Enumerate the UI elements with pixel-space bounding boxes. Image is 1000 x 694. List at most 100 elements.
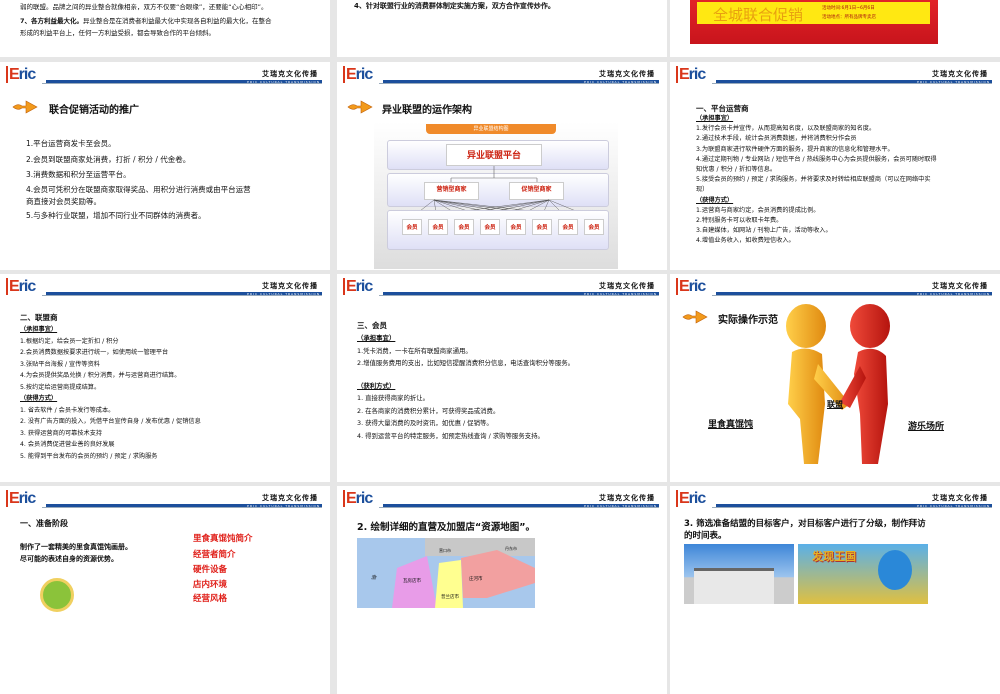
company-name-en: ERIC CULTURAL TRANSMISSION: [247, 292, 320, 296]
building-photo: [684, 544, 794, 604]
slide-header: Eric 艾瑞克文化传播 ERIC CULTURAL TRANSMISSION: [676, 278, 992, 296]
slide-header: Eric 艾瑞克文化传播 ERIC CULTURAL TRANSMISSION: [343, 66, 659, 84]
company-name-en: ERIC CULTURAL TRANSMISSION: [584, 292, 657, 296]
slide-title: 联合促销活动的推广: [49, 105, 139, 116]
label-right: 游乐场所: [908, 422, 945, 432]
arrow-icon: [12, 100, 38, 114]
company-name: 艾瑞克文化传播: [262, 282, 318, 290]
list-item: 5.与多种行业联盟，增加不同行业不同群体的消费者。: [26, 211, 206, 220]
section-heading: 一、准备阶段: [20, 519, 68, 528]
list-item: 3.为联盟商家进行软件硬件方面的服务，提升商家的信息化和管理水平。: [696, 145, 894, 153]
section-heading: 二、联盟商: [20, 313, 58, 322]
slide-thumbnail-12[interactable]: Eric 艾瑞克文化传播 ERIC CULTURAL TRANSMISSION 3.…: [670, 486, 1000, 694]
member-box: 会员: [558, 219, 578, 235]
slide-thumbnail-4[interactable]: Eric 艾瑞克文化传播 ERIC CULTURAL TRANSMISSION 联合…: [0, 62, 330, 270]
slide-header: Eric 艾瑞克文化传播 ERIC CULTURAL TRANSMISSION: [6, 66, 322, 84]
slide-title: 2. 绘制详细的直营及加盟店“资源地图”。: [357, 522, 536, 533]
map-label: 渤: [371, 575, 377, 581]
slide-thumbnail-6[interactable]: Eric 艾瑞克文化传播 ERIC CULTURAL TRANSMISSION 一、…: [670, 62, 1000, 270]
eric-logo: Eric: [343, 490, 373, 508]
subheading: （承担事宜）: [696, 115, 734, 122]
member-box: 会员: [584, 219, 604, 235]
slide-header: Eric 艾瑞克文化传播 ERIC CULTURAL TRANSMISSION: [676, 490, 992, 508]
member-box: 会员: [402, 219, 422, 235]
company-name: 艾瑞克文化传播: [262, 70, 318, 78]
park-logo: 发现王国: [812, 550, 856, 563]
section-heading: 一、平台运营商: [696, 104, 749, 113]
map-label: 瓦房店市: [403, 579, 421, 584]
list-item: 4. 得到运营平台的特定服务，如预定热线查询 / 求购等服务支持。: [357, 431, 544, 440]
list-item: 1.根据约定，给会员一定折扣 / 积分: [20, 337, 119, 345]
list-item: 5.接受会员的预约 / 预定 / 求购服务，并将要求及时转给相应联盟商（可以在网…: [696, 176, 931, 184]
list-item: 2.会员消费数据按要求进行统一，如使用统一管理平台: [20, 349, 169, 356]
list-item: 知优惠 / 积分 / 折扣等信息。: [696, 166, 777, 174]
slide-thumbnail-1[interactable]: 弱的联盟。品牌之间的异业整合就像相亲，双方不仅要“合眼缘”，还要能“心心相印”。…: [0, 0, 330, 57]
map-label: 营口市: [439, 548, 451, 553]
red-item: 里食真馄饨简介: [193, 534, 253, 544]
slide-thumbnail-3[interactable]: 全城联合促销 活动时间:6月1日~6月6日 活动地点：所有品牌专卖店: [670, 0, 1000, 57]
list-item: 1. 直接获得商家的折让。: [357, 394, 430, 402]
list-item: 5.按约定给运营商提成结算。: [20, 383, 101, 391]
list-item: 3.张贴平台海报 / 宣传等资料: [20, 360, 100, 368]
list-item: 5. 能得到平台发布的会员的预约 / 预定 / 求购服务: [20, 452, 158, 460]
arrow-icon: [347, 100, 373, 114]
slide-title: 实际操作示范: [718, 315, 778, 326]
list-item: 3. 获得运营商的可靠技术支持: [20, 429, 103, 437]
company-name: 艾瑞克文化传播: [932, 70, 988, 78]
slide-title: 3. 筛选准备结盟的目标客户，对目标客户进行了分级，制作拜访: [684, 519, 926, 529]
member-box: 会员: [506, 219, 526, 235]
red-item: 硬件设备: [193, 565, 228, 575]
list-item: 4. 会员消费促进营业善的良好发展: [20, 441, 115, 448]
slide-header: Eric 艾瑞克文化传播 ERIC CULTURAL TRANSMISSION: [676, 66, 992, 84]
member-box: 会员: [428, 219, 448, 235]
list-item: 1.平台运营商发卡至会员。: [26, 139, 116, 148]
slide-header: Eric 艾瑞克文化传播 ERIC CULTURAL TRANSMISSION: [6, 278, 322, 296]
paragraph: 尽可能的表述自身的资源优势。: [20, 555, 118, 563]
list-item: 2. 在各商家的消费积分累计，可获得奖品或消费。: [357, 406, 500, 415]
slide-thumbnail-11[interactable]: Eric 艾瑞克文化传播 ERIC CULTURAL TRANSMISSION 2.…: [337, 486, 667, 694]
company-name: 艾瑞克文化传播: [932, 494, 988, 502]
arrow-icon: [682, 310, 708, 324]
list-item: 4.增值业务收入，如收费短信收入。: [696, 237, 795, 245]
list-item: 3.消费数据和积分至运营平台。: [26, 170, 131, 179]
handshake-figures-image: [786, 304, 890, 464]
company-name-en: ERIC CULTURAL TRANSMISSION: [247, 80, 320, 84]
eric-logo: Eric: [676, 66, 706, 84]
company-name: 艾瑞克文化传播: [599, 282, 655, 290]
company-name: 艾瑞克文化传播: [262, 494, 318, 502]
list-item: 1. 省去软件 / 会员卡发行等成本。: [20, 406, 115, 414]
slide-thumbnail-7[interactable]: Eric 艾瑞克文化传播 ERIC CULTURAL TRANSMISSION 二、…: [0, 274, 330, 482]
list-item: 商直接对会员奖励等。: [26, 197, 101, 206]
list-item: 4.为会员提供奖品兑换 / 积分消费，并与运营商进行结算。: [20, 372, 181, 379]
slide-thumbnail-2[interactable]: 4、针对联盟行业的消费群体制定实施方案，双方合作宣传炒作。: [337, 0, 667, 57]
company-name-en: ERIC CULTURAL TRANSMISSION: [584, 80, 657, 84]
list-item: 2.增值服务费用的支出，比如短信提醒消费积分信息，电话查询积分等服务。: [357, 359, 574, 367]
slide-thumbnail-8[interactable]: Eric 艾瑞克文化传播 ERIC CULTURAL TRANSMISSION 三、…: [337, 274, 667, 482]
list-item: 现）: [696, 186, 709, 194]
member-box: 会员: [480, 219, 500, 235]
eric-logo: Eric: [6, 490, 36, 508]
list-item: 1.发行会员卡并宣传，从而提高知名度，以及联盟商家的知名度。: [696, 125, 876, 133]
poster-main: 全城联合促销: [713, 6, 804, 24]
member-box: 会员: [454, 219, 474, 235]
company-name-en: ERIC CULTURAL TRANSMISSION: [917, 292, 990, 296]
company-name-en: ERIC CULTURAL TRANSMISSION: [917, 80, 990, 84]
company-name-en: ERIC CULTURAL TRANSMISSION: [917, 504, 990, 508]
slide-header: Eric 艾瑞克文化传播 ERIC CULTURAL TRANSMISSION: [343, 278, 659, 296]
slide-text: 弱的联盟。品牌之间的异业整合就像相亲，双方不仅要“合眼缘”，还要能“心心相印”。: [20, 3, 268, 11]
mascot-icon: [40, 578, 74, 612]
eric-logo: Eric: [6, 278, 36, 296]
slide-thumbnail-10[interactable]: Eric 艾瑞克文化传播 ERIC CULTURAL TRANSMISSION 一、…: [0, 486, 330, 694]
subheading: （获利方式）: [357, 381, 396, 390]
map-label: 普兰店市: [441, 595, 459, 600]
slide-thumbnail-5[interactable]: Eric 艾瑞克文化传播 ERIC CULTURAL TRANSMISSION 异业…: [337, 62, 667, 270]
section-heading: 三、会员: [357, 321, 387, 330]
label-left: 里食真馄饨: [708, 420, 754, 430]
slide-thumbnail-9[interactable]: Eric 艾瑞克文化传播 ERIC CULTURAL TRANSMISSION 实际…: [670, 274, 1000, 482]
poster-place: 活动地点：所有品牌专卖店: [822, 15, 876, 20]
company-name-en: ERIC CULTURAL TRANSMISSION: [247, 504, 320, 508]
list-item: 2.特别服务卡可以收取卡年费。: [696, 217, 783, 225]
list-item: 1.运营商与商家约定，会员消费的提成比例。: [696, 206, 820, 214]
member-box: 会员: [532, 219, 552, 235]
slide-title: 的时间表。: [684, 531, 727, 541]
